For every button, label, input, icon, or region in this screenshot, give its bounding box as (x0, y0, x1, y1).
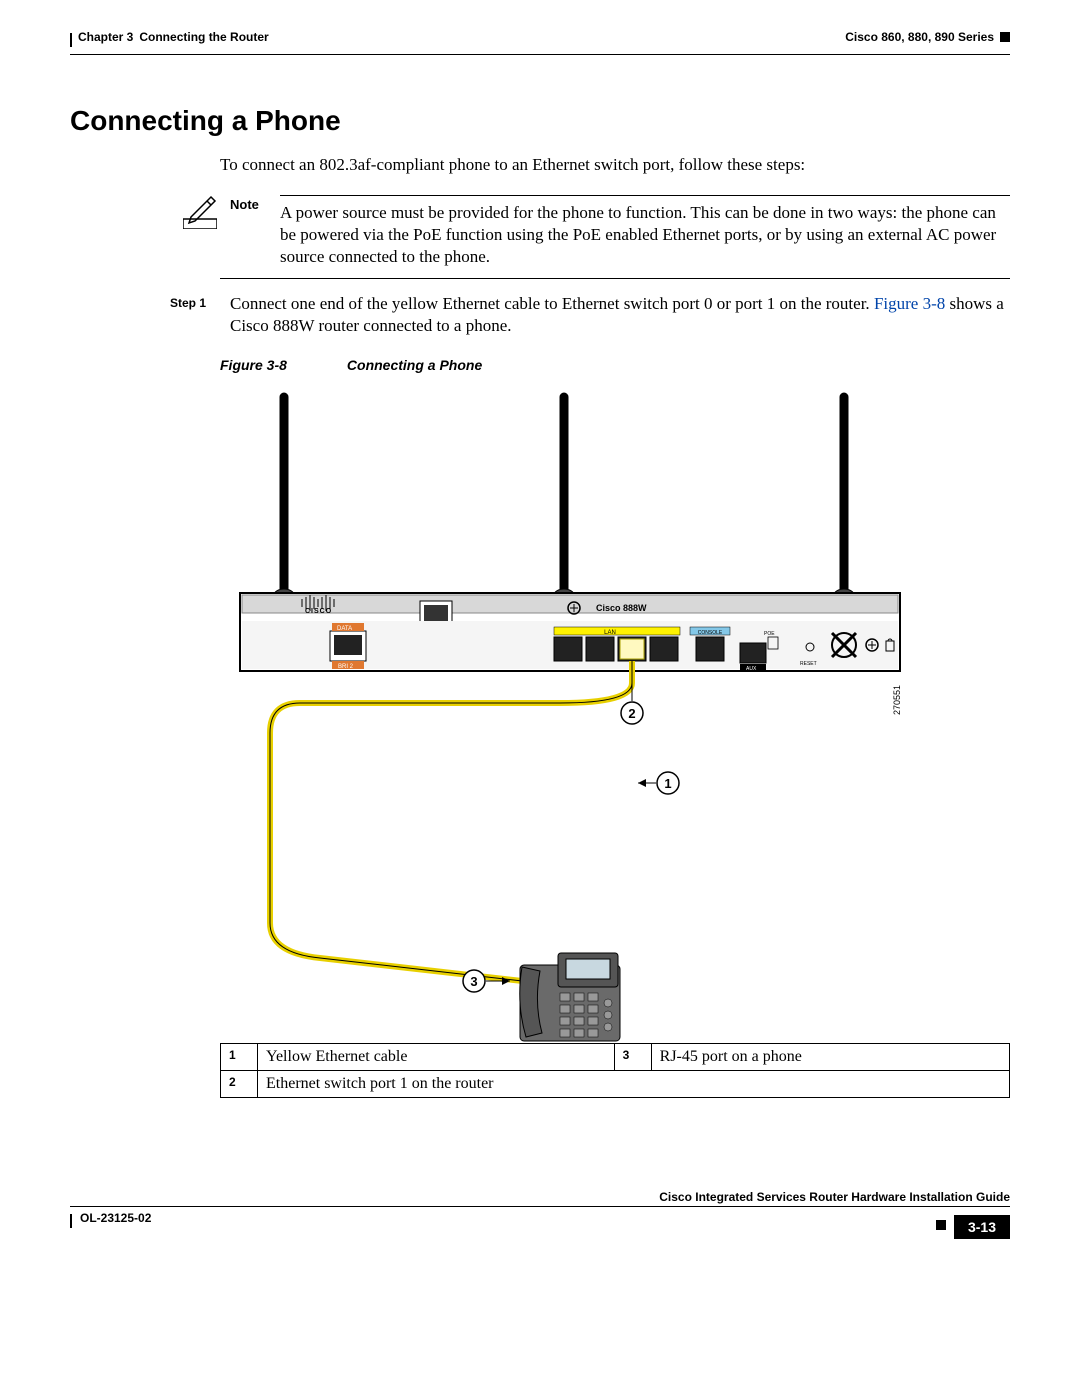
table-row: 1 Yellow Ethernet cable 3 RJ-45 port on … (221, 1044, 1010, 1071)
page-title: Connecting a Phone (70, 105, 1010, 137)
svg-text:DATA: DATA (337, 626, 352, 632)
svg-text:3: 3 (470, 974, 477, 989)
svg-text:RESET: RESET (800, 661, 817, 667)
svg-text:1: 1 (664, 776, 671, 791)
legend-num: 2 (221, 1071, 258, 1098)
square-marker-icon (1000, 32, 1010, 42)
page-footer: Cisco Integrated Services Router Hardwar… (70, 1188, 1010, 1239)
legend-table: 1 Yellow Ethernet cable 3 RJ-45 port on … (220, 1043, 1010, 1098)
svg-text:270551: 270551 (892, 685, 902, 715)
note-text: A power source must be provided for the … (280, 202, 1010, 268)
legend-text: Ethernet switch port 1 on the router (258, 1071, 1010, 1098)
page-number: 3-13 (954, 1215, 1010, 1239)
legend-num: 1 (221, 1044, 258, 1071)
note-label: Note (230, 195, 270, 212)
intro-text: To connect an 802.3af-compliant phone to… (220, 155, 1010, 175)
step-label: Step 1 (170, 293, 230, 310)
table-row: 2 Ethernet switch port 1 on the router (221, 1071, 1010, 1098)
svg-text:LAN: LAN (604, 630, 616, 636)
chapter-title: Connecting the Router (139, 30, 268, 44)
figure-caption: Figure 3-8Connecting a Phone (220, 357, 1010, 373)
legend-text: RJ-45 port on a phone (651, 1044, 1009, 1071)
svg-text:BRI 2: BRI 2 (338, 664, 354, 670)
svg-text:POE: POE (764, 631, 775, 637)
svg-text:2: 2 (628, 706, 635, 721)
figure-link[interactable]: Figure 3-8 (874, 294, 945, 313)
chapter-label: Chapter 3 (78, 30, 133, 44)
square-marker-icon (936, 1220, 946, 1230)
series-label: Cisco 860, 880, 890 Series (845, 30, 994, 44)
svg-text:CONSOLE: CONSOLE (698, 630, 723, 636)
legend-num: 3 (614, 1044, 651, 1071)
figure-diagram: CISCO Cisco 888W (220, 383, 1010, 1043)
svg-text:CISCO: CISCO (305, 608, 332, 615)
svg-text:AUX: AUX (746, 666, 757, 672)
guide-title: Cisco Integrated Services Router Hardwar… (659, 1190, 1010, 1204)
note-pencil-icon (183, 195, 217, 229)
step-text: Connect one end of the yellow Ethernet c… (230, 293, 1010, 337)
page-header: Chapter 3 Connecting the Router Cisco 86… (70, 30, 1010, 44)
legend-text: Yellow Ethernet cable (258, 1044, 615, 1071)
doc-number: OL-23125-02 (80, 1211, 151, 1225)
svg-text:Cisco 888W: Cisco 888W (596, 603, 647, 613)
